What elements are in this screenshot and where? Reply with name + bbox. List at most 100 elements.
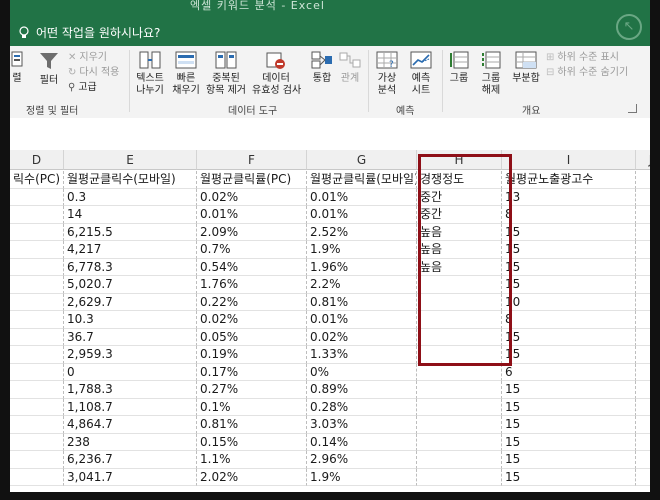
header-cell[interactable]: 릭수(PC) (10, 171, 64, 189)
table-cell[interactable]: 13 (502, 188, 636, 206)
table-cell[interactable] (636, 364, 650, 381)
table-cell[interactable]: 10.3 (64, 311, 197, 329)
text-to-columns-button[interactable]: 텍스트 나누기 (134, 50, 166, 97)
table-cell[interactable]: 6,778.3 (64, 258, 197, 276)
table-cell[interactable] (636, 416, 650, 434)
column-header-e[interactable]: E (64, 150, 197, 170)
table-cell[interactable] (636, 224, 650, 241)
show-detail-button[interactable]: ⊞ 하위 수준 표시 (546, 52, 619, 64)
table-cell[interactable]: 2.2% (307, 276, 417, 294)
table-cell[interactable] (417, 433, 502, 451)
table-cell[interactable] (10, 311, 64, 329)
table-cell[interactable] (10, 206, 64, 224)
table-cell[interactable]: 8 (502, 206, 636, 224)
account-icon[interactable]: ↖ (616, 14, 642, 40)
table-cell[interactable] (636, 294, 650, 311)
group-button[interactable]: 그룹 (446, 50, 472, 85)
table-cell[interactable] (10, 398, 64, 416)
table-cell[interactable] (10, 363, 64, 381)
table-cell[interactable]: 0.19% (197, 346, 307, 364)
table-cell[interactable] (10, 223, 64, 241)
table-cell[interactable]: 15 (502, 416, 636, 434)
header-cell[interactable]: 월평균노출광고수 (502, 171, 636, 189)
table-cell[interactable] (10, 381, 64, 399)
tell-me-search[interactable]: 어떤 작업을 원하시나요? (18, 24, 160, 41)
table-cell[interactable]: 높음 (417, 258, 502, 276)
hide-detail-button[interactable]: ⊟ 하위 수준 숨기기 (546, 67, 628, 79)
table-cell[interactable]: 0.02% (197, 188, 307, 206)
table-cell[interactable] (636, 241, 650, 259)
consolidate-button[interactable]: 통합 (308, 50, 336, 85)
sort-button[interactable]: 렬 (10, 50, 26, 85)
header-cell[interactable]: 월평균클릭률(PC) (197, 171, 307, 189)
relationships-button[interactable]: 관계 (338, 50, 362, 85)
table-cell[interactable]: 0.89% (307, 381, 417, 399)
table-cell[interactable]: 1.96% (307, 258, 417, 276)
table-cell[interactable] (636, 434, 650, 451)
table-cell[interactable]: 15 (502, 258, 636, 276)
table-cell[interactable]: 0.54% (197, 258, 307, 276)
table-cell[interactable]: 0.01% (307, 188, 417, 206)
table-cell[interactable]: 36.7 (64, 328, 197, 346)
table-cell[interactable] (417, 363, 502, 381)
table-cell[interactable]: 0.02% (307, 328, 417, 346)
table-cell[interactable] (10, 451, 64, 469)
table-cell[interactable] (417, 381, 502, 399)
table-cell[interactable] (10, 328, 64, 346)
table-cell[interactable]: 0.01% (197, 206, 307, 224)
table-cell[interactable] (417, 276, 502, 294)
table-cell[interactable]: 중간 (417, 188, 502, 206)
table-cell[interactable] (417, 346, 502, 364)
table-cell[interactable]: 6 (502, 363, 636, 381)
table-cell[interactable]: 2.96% (307, 451, 417, 469)
table-cell[interactable]: 5,020.7 (64, 276, 197, 294)
table-cell[interactable] (10, 293, 64, 311)
table-cell[interactable] (417, 311, 502, 329)
table-cell[interactable] (636, 399, 650, 416)
table-cell[interactable]: 0.17% (197, 363, 307, 381)
column-header-d[interactable]: D (10, 150, 64, 170)
column-header-j[interactable]: J (636, 150, 650, 170)
table-cell[interactable] (636, 311, 650, 329)
table-cell[interactable] (10, 346, 64, 364)
header-cell[interactable]: 경쟁정도 (417, 171, 502, 189)
advanced-filter-button[interactable]: ⚲ 고급 (68, 82, 97, 94)
table-cell[interactable] (417, 328, 502, 346)
table-cell[interactable] (636, 329, 650, 346)
data-validation-button[interactable]: 데이터 유효성 검사 (252, 50, 301, 97)
reapply-button[interactable]: ↻ 다시 적용 (68, 67, 119, 79)
table-cell[interactable]: 0.27% (197, 381, 307, 399)
table-cell[interactable] (10, 276, 64, 294)
table-cell[interactable]: 1.33% (307, 346, 417, 364)
table-cell[interactable]: 3,041.7 (64, 468, 197, 486)
header-cell[interactable]: 월평균클릭률(모바일) (307, 171, 417, 189)
column-header-f[interactable]: F (197, 150, 307, 170)
table-cell[interactable]: 0.02% (197, 311, 307, 329)
table-cell[interactable]: 4,864.7 (64, 416, 197, 434)
table-cell[interactable] (417, 398, 502, 416)
table-cell[interactable]: 0.3 (64, 188, 197, 206)
table-cell[interactable] (10, 416, 64, 434)
table-cell[interactable]: 6,236.7 (64, 451, 197, 469)
table-cell[interactable]: 0.14% (307, 433, 417, 451)
table-cell[interactable]: 1.9% (307, 241, 417, 259)
table-cell[interactable]: 0.81% (307, 293, 417, 311)
table-cell[interactable]: 15 (502, 398, 636, 416)
table-cell[interactable] (417, 451, 502, 469)
table-cell[interactable]: 1.1% (197, 451, 307, 469)
table-cell[interactable]: 8 (502, 311, 636, 329)
table-cell[interactable] (636, 259, 650, 276)
table-cell[interactable] (10, 258, 64, 276)
table-cell[interactable]: 0.28% (307, 398, 417, 416)
table-cell[interactable]: 2.09% (197, 223, 307, 241)
table-cell[interactable] (10, 433, 64, 451)
table-cell[interactable]: 4,217 (64, 241, 197, 259)
table-cell[interactable] (636, 469, 650, 486)
table-cell[interactable]: 15 (502, 276, 636, 294)
table-cell[interactable] (417, 293, 502, 311)
table-cell[interactable] (636, 381, 650, 399)
column-header-i[interactable]: I (502, 150, 636, 170)
table-cell[interactable] (417, 416, 502, 434)
table-cell[interactable]: 6,215.5 (64, 223, 197, 241)
table-cell[interactable]: 1.9% (307, 468, 417, 486)
